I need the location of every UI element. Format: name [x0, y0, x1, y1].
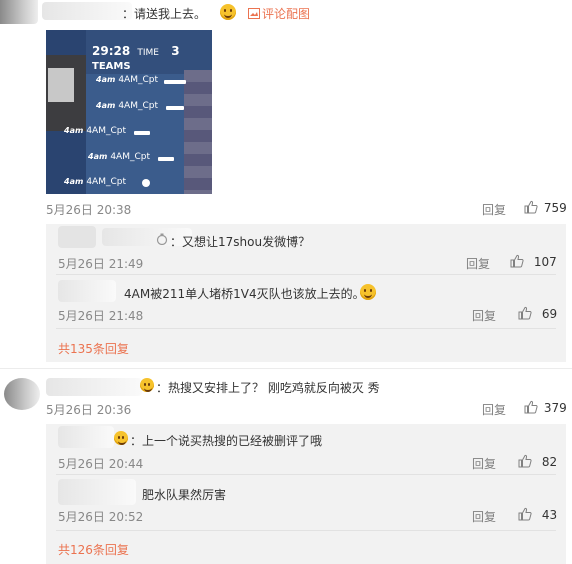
badge-icon	[156, 233, 168, 245]
comment-text: ：热搜又安排上了？ 刚吃鸡就反向被灭 秀	[156, 381, 380, 395]
player-name: 4AM_Cpt	[118, 75, 158, 85]
like-button[interactable]: 107	[510, 254, 557, 269]
thumbs-up-icon	[518, 306, 532, 320]
like-button[interactable]: 43	[518, 507, 557, 522]
reply-divider	[56, 474, 556, 475]
thumbs-up-icon	[524, 400, 538, 414]
reply-button[interactable]: 回复	[466, 255, 490, 272]
teams-count: 3	[171, 44, 180, 58]
reply-avatar[interactable]	[58, 426, 114, 448]
reply-time: 5月26日 20:52	[58, 510, 144, 524]
comment-time: 5月26日 20:38	[46, 203, 132, 217]
username[interactable]	[42, 2, 132, 20]
kill-row: 4am 4AM_Cpt	[96, 75, 158, 85]
comment-time: 5月26日 20:36	[46, 403, 132, 417]
like-button[interactable]: 82	[518, 454, 557, 469]
view-all-replies-link[interactable]: 共126条回复	[58, 541, 129, 558]
player-name: 4AM_Cpt	[86, 177, 126, 187]
team-logo: 4am	[64, 126, 84, 135]
team-logo: 4am	[64, 177, 84, 186]
reply-button[interactable]: 回复	[472, 508, 496, 525]
like-count: 379	[543, 401, 567, 415]
player-name: 4AM_Cpt	[86, 126, 126, 136]
emoji-icon	[360, 284, 376, 300]
thumbs-up-icon	[518, 454, 532, 468]
like-count: 82	[541, 455, 558, 469]
kill-row: 4am 4AM_Cpt	[64, 126, 126, 136]
reply-avatar[interactable]	[58, 226, 96, 248]
weapon-icon	[164, 80, 186, 84]
timer-value: 29:28	[92, 44, 131, 58]
username[interactable]	[46, 378, 142, 396]
like-button[interactable]: 69	[518, 306, 557, 321]
team-logo: 4am	[96, 101, 116, 110]
reply-divider	[56, 530, 556, 531]
reply-text: ：上一个说买热搜的已经被删评了哦	[130, 434, 323, 448]
reply-text: ：又想让17shou发微博？	[170, 235, 311, 249]
like-count: 759	[543, 201, 567, 215]
avatar[interactable]	[4, 378, 40, 410]
team-logo: 4am	[88, 152, 108, 161]
kill-row: 4am 4AM_Cpt	[64, 177, 126, 187]
reply-button[interactable]: 回复	[482, 201, 506, 218]
like-button[interactable]: 379	[524, 400, 567, 415]
reply-divider	[56, 328, 556, 329]
reply-text: 4AM被211单人堵桥1V4灭队也该放上去的。	[124, 287, 365, 301]
reply-avatar[interactable]	[58, 280, 116, 302]
image-link-label: 评论配图	[262, 7, 311, 21]
weapon-icon	[166, 106, 184, 110]
like-count: 69	[541, 307, 558, 321]
image-icon	[248, 8, 260, 19]
thumbs-up-icon	[510, 254, 524, 268]
reply-button[interactable]: 回复	[482, 401, 506, 418]
emoji-icon	[140, 378, 154, 392]
comment-text: ：请送我上去。	[122, 7, 207, 21]
like-button[interactable]: 759	[524, 200, 567, 215]
timer-text: 29:28 TIME 3 TEAMS	[92, 44, 212, 72]
reply-button[interactable]: 回复	[472, 455, 496, 472]
time-label: TIME	[137, 48, 159, 58]
reply-box: ：上一个说买热搜的已经被删评了哦 5月26日 20:44 回复 82 肥水队果然…	[46, 424, 566, 564]
view-all-replies-link[interactable]: 共135条回复	[58, 340, 129, 357]
comment-divider	[0, 368, 572, 369]
weapon-icon	[134, 131, 150, 135]
avatar[interactable]	[0, 0, 38, 24]
reply-box: ：又想让17shou发微博？ 5月26日 21:49 回复 107 4AM被21…	[46, 224, 566, 362]
reply-avatar[interactable]	[58, 479, 136, 505]
reply-time: 5月26日 21:49	[58, 257, 144, 271]
image-tile	[184, 70, 212, 194]
player-name: 4AM_Cpt	[118, 101, 158, 111]
like-count: 43	[541, 508, 558, 522]
emoji-icon	[114, 431, 128, 445]
thumbs-up-icon	[518, 507, 532, 521]
image-link[interactable]: 评论配图	[248, 5, 310, 22]
reply-button[interactable]: 回复	[472, 307, 496, 324]
reply-divider	[56, 274, 556, 275]
team-logo: 4am	[96, 75, 116, 84]
teams-label: TEAMS	[92, 61, 131, 72]
emoji-icon	[220, 4, 236, 20]
grenade-icon	[142, 179, 150, 187]
weapon-icon	[158, 157, 174, 161]
thumbs-up-icon	[524, 200, 538, 214]
player-name: 4AM_Cpt	[110, 152, 150, 162]
kill-row: 4am 4AM_Cpt	[88, 152, 150, 162]
reply-text: 肥水队果然厉害	[142, 488, 227, 502]
reply-time: 5月26日 20:44	[58, 457, 144, 471]
comment-image[interactable]: 29:28 TIME 3 TEAMS 4am 4AM_Cpt 4am 4AM_Cpt…	[46, 30, 212, 194]
image-light-panel	[48, 68, 74, 102]
reply-time: 5月26日 21:48	[58, 309, 144, 323]
kill-row: 4am 4AM_Cpt	[96, 101, 158, 111]
like-count: 107	[533, 255, 557, 269]
